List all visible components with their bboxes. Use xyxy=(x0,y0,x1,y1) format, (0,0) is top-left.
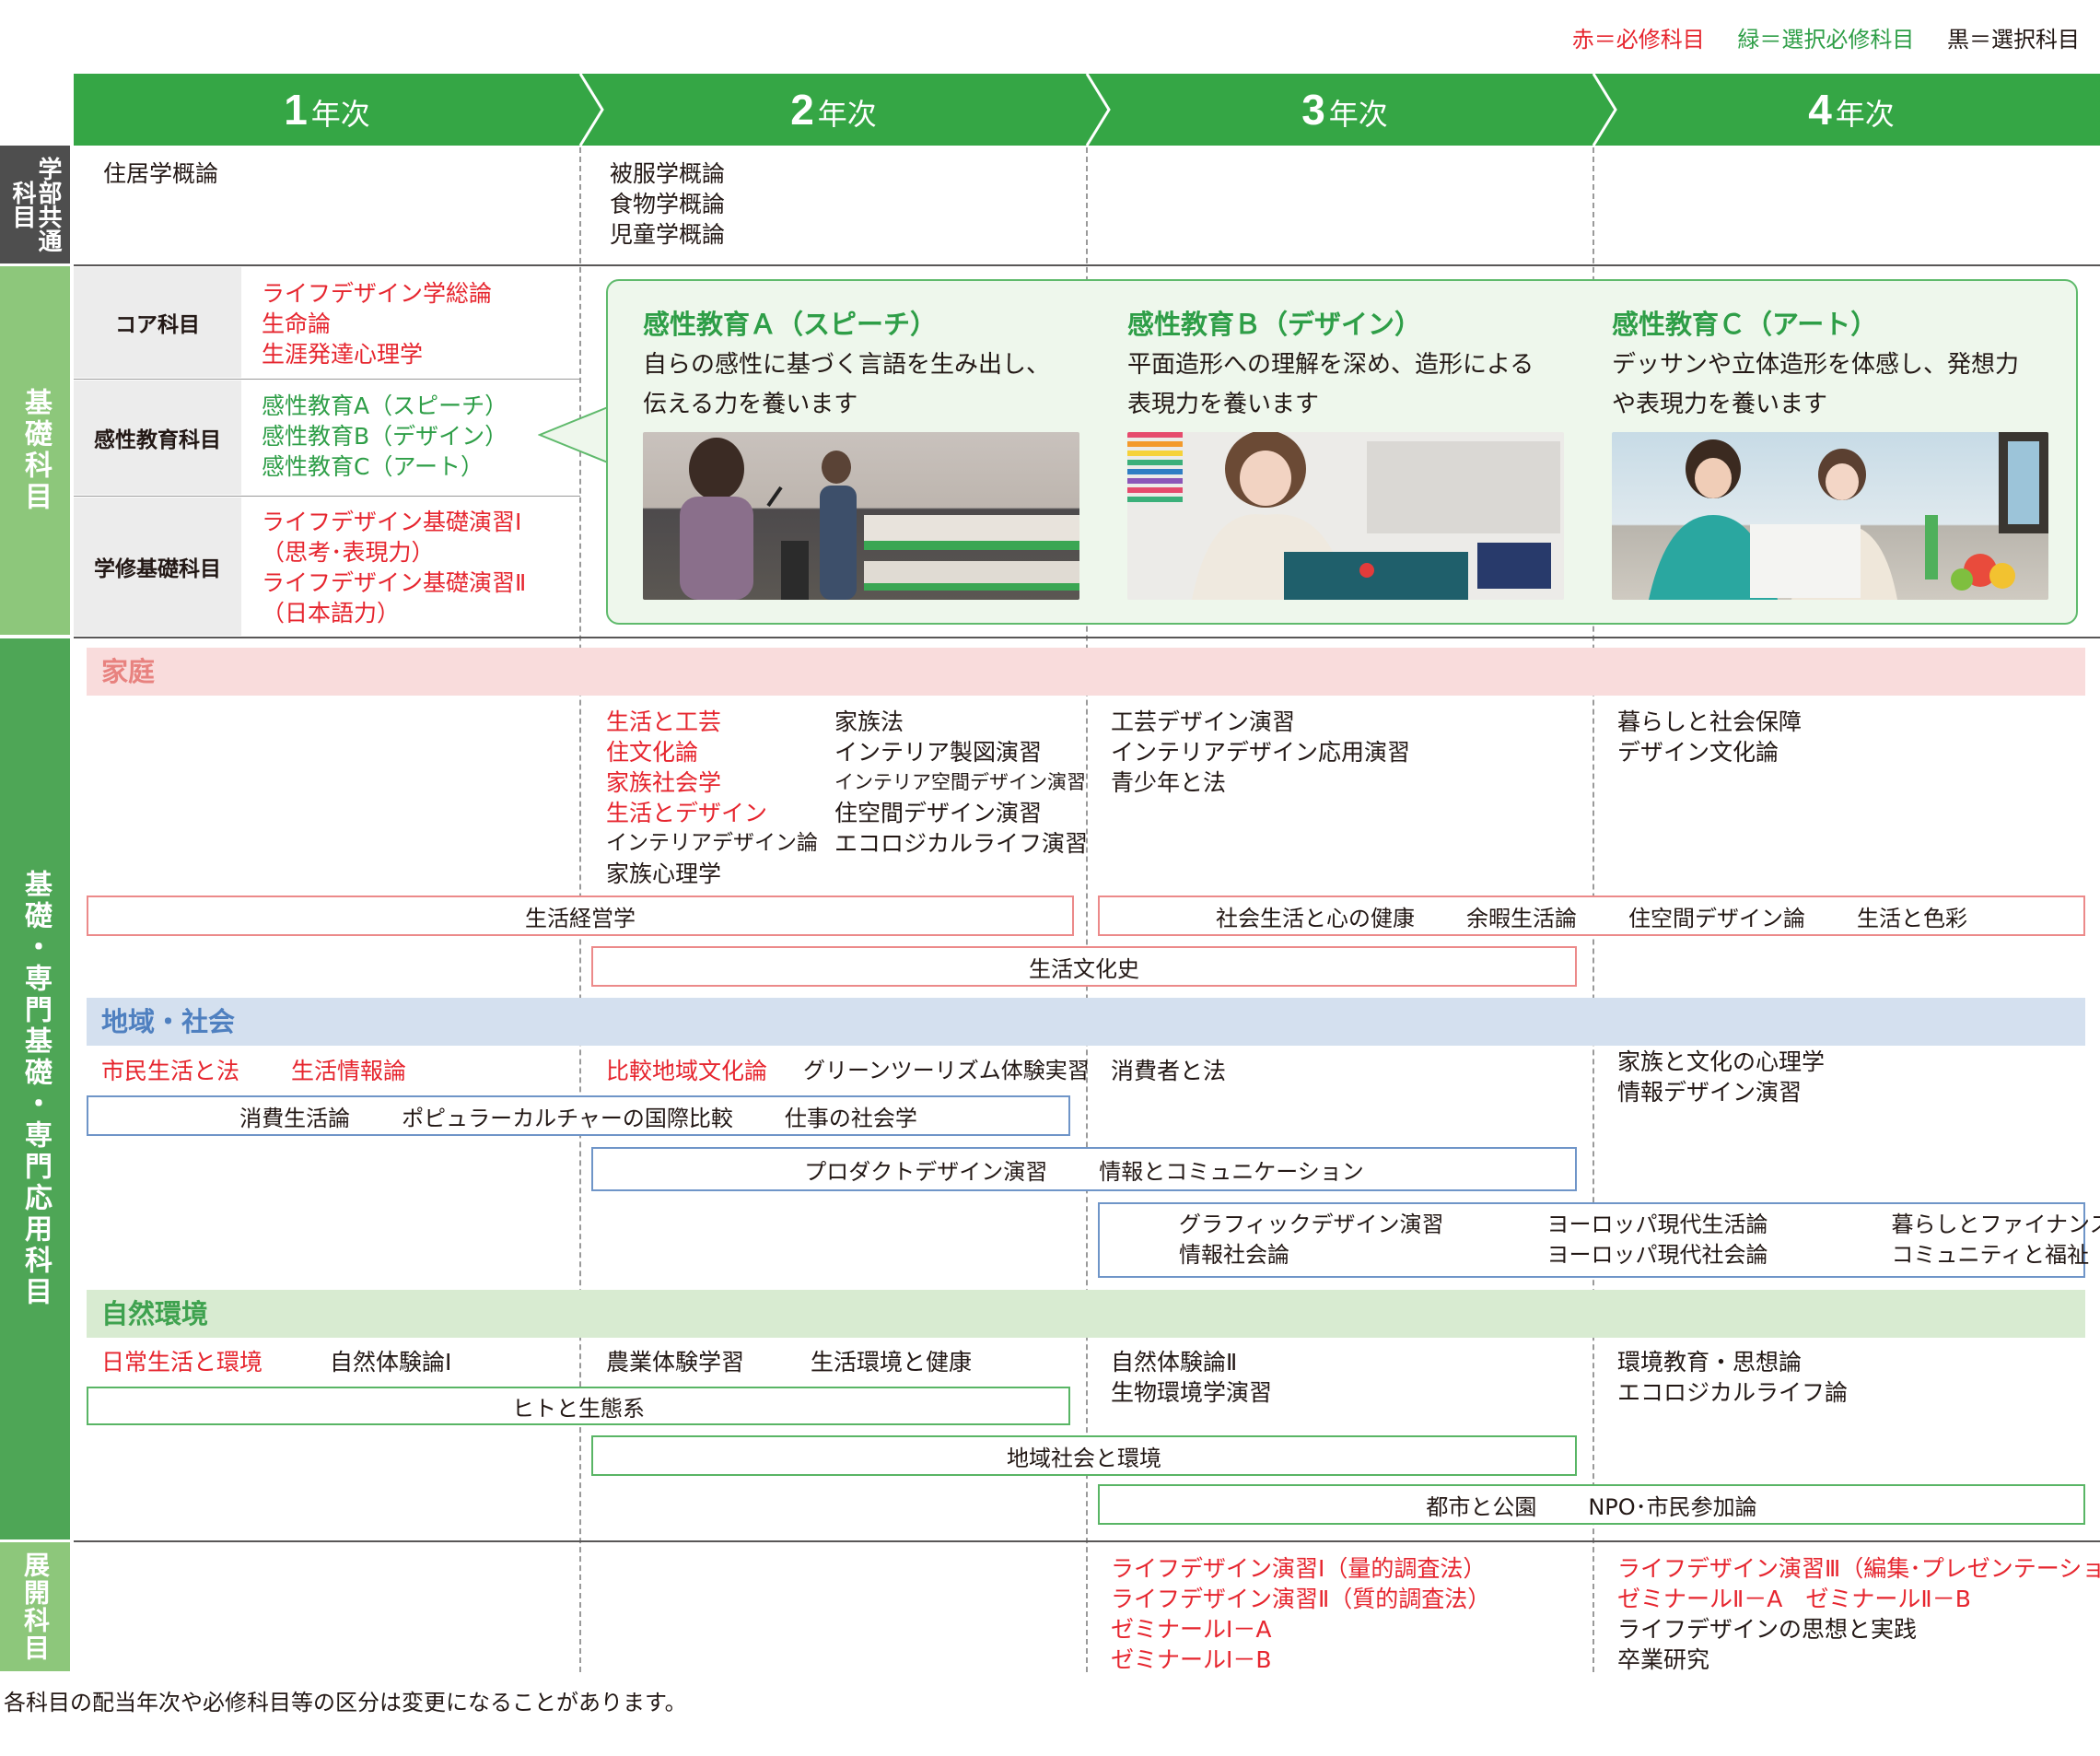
chiiki-box-y34: グラフィックデザイン演習 情報社会論 ヨーロッパ現代生活論 ヨーロッパ現代社会論… xyxy=(1098,1202,2100,1278)
label-tenkai: 展開科目 xyxy=(0,1542,70,1671)
kansei-b-title: 感性教育Ｂ（デザイン） xyxy=(1127,309,1422,340)
shizen-y4: 環境教育・思想論 エコロジカルライフ論 xyxy=(1617,1349,1849,1406)
legend: 赤＝必修科目 緑＝選択必修科目 黒＝選択科目 xyxy=(1546,24,2080,55)
kansei-b-desc: 平面造形への理解を深め、造形による 表現力を養います xyxy=(1127,351,1534,418)
faculty-y2: 被服学概論 食物学概論 児童学概論 xyxy=(610,160,726,248)
label-senmon: 基礎・専門基礎・専門応用科目 xyxy=(0,638,70,1539)
katei-y2-col2: 家族法 インテリア製図演習 インテリア空間デザイン演習 住空間デザイン演習 エコ… xyxy=(834,708,1089,857)
section-shizen: 自然環境 xyxy=(87,1290,2085,1338)
section-katei: 家庭 xyxy=(87,648,2085,696)
shizen-y1-red: 日常生活と環境 xyxy=(101,1349,263,1376)
year-4: 4 年次 xyxy=(1808,86,1895,134)
shizen-box-y34: 都市と公園 NPO･市民参加論 xyxy=(1098,1484,2085,1525)
chiiki-box-y34-col2: ヨーロッパ現代生活論 ヨーロッパ現代社会論 xyxy=(1546,1212,1768,1268)
gakushu-label: 学修基礎科目 xyxy=(74,498,241,636)
footnote: 各科目の配当年次や必修科目等の区分は変更になることがあります。 xyxy=(4,1690,687,1715)
kansei-items: 感性教育A（スピーチ） 感性教育B（デザイン） 感性教育C（アート） xyxy=(262,392,508,480)
kansei-callout: 感性教育Ａ（スピーチ） 自らの感性に基づく言語を生み出し、 伝える力を養います … xyxy=(606,279,2078,625)
katei-y2-col1: 生活と工芸 住文化論 家族社会学 生活とデザイン インテリアデザイン論 家族心理… xyxy=(606,708,818,887)
tenkai-y3: ライフデザイン演習Ⅰ（量的調査法） ライフデザイン演習Ⅱ（質的調査法） ゼミナー… xyxy=(1111,1555,1491,1673)
chiiki-y1-red-2: 生活情報論 xyxy=(291,1058,407,1084)
callout-pointer xyxy=(538,405,612,464)
chiiki-box-y12: 消費生活論 ポピュラーカルチャーの国際比較 仕事の社会学 xyxy=(87,1095,1070,1136)
shizen-box-y12: ヒトと生態系 xyxy=(87,1387,1070,1425)
shizen-box-y23: 地域社会と環境 xyxy=(591,1435,1577,1476)
gakushu-items: ライフデザイン基礎演習Ⅰ （思考･表現力） ライフデザイン基礎演習Ⅱ （日本語力… xyxy=(262,509,527,626)
year-3: 3 年次 xyxy=(1301,86,1388,134)
katei-box-y34: 社会生活と心の健康 余暇生活論 住空間デザイン論 生活と色彩 xyxy=(1098,896,2085,936)
speech-class-photo xyxy=(643,432,1079,600)
chiiki-box-y34-col1: グラフィックデザイン演習 情報社会論 xyxy=(1179,1212,1444,1268)
chiiki-y1-red-1: 市民生活と法 xyxy=(101,1058,240,1084)
section-chiiki: 地域・社会 xyxy=(87,998,2085,1046)
legend-required: 赤＝必修科目 xyxy=(1571,27,1705,53)
chiiki-y4: 家族と文化の心理学 情報デザイン演習 xyxy=(1617,1048,1826,1106)
shizen-y2-1: 農業体験学習 xyxy=(606,1349,745,1376)
shizen-y3: 自然体験論Ⅱ 生物環境学演習 xyxy=(1111,1349,1273,1406)
row-separator xyxy=(74,496,580,497)
row-separator xyxy=(74,264,2100,266)
kansei-label: 感性教育科目 xyxy=(74,380,241,495)
year-1: 1 年次 xyxy=(284,86,370,134)
core-label: コア科目 xyxy=(74,267,241,378)
speech-photo-icon xyxy=(680,438,1079,600)
row-separator xyxy=(74,379,580,380)
year-2: 2 年次 xyxy=(790,86,877,134)
kansei-a-title: 感性教育Ａ（スピーチ） xyxy=(643,309,938,340)
row-separator xyxy=(74,637,2100,638)
tenkai-y4: ライフデザイン演習Ⅲ（編集･プレゼンテーション） ゼミナールⅡ－A ゼミナールⅡ… xyxy=(1617,1555,2100,1673)
legend-elective: 黒＝選択科目 xyxy=(1947,27,2080,53)
chiiki-y3: 消費者と法 xyxy=(1111,1058,1227,1084)
design-photo-icon xyxy=(1127,432,1560,600)
art-photo-icon xyxy=(1649,432,2048,600)
art-class-photo xyxy=(1612,432,2048,600)
legend-elective-required: 緑＝選択必修科目 xyxy=(1737,27,1915,53)
label-faculty-common: 学部共通科目 xyxy=(0,146,70,263)
katei-box-y23: 生活文化史 xyxy=(591,946,1577,987)
chiiki-box-y34-col3: 暮らしとファイナンス コミュニティと福祉 xyxy=(1891,1212,2100,1268)
kansei-c-title: 感性教育Ｃ（アート） xyxy=(1612,309,1878,340)
chiiki-y2-black: グリーンツーリズム体験実習 xyxy=(803,1058,1090,1083)
faculty-y1: 住居学概論 xyxy=(103,160,219,187)
katei-y3: 工芸デザイン演習 インテリアデザイン応用演習 青少年と法 xyxy=(1111,708,1411,796)
katei-box-y12: 生活経営学 xyxy=(87,896,1074,936)
row-separator xyxy=(74,1540,2100,1542)
katei-y4: 暮らしと社会保障 デザイン文化論 xyxy=(1617,708,1802,766)
label-kiso: 基礎科目 xyxy=(0,266,70,635)
chiiki-box-y23: プロダクトデザイン演習 情報とコミュニケーション xyxy=(591,1147,1577,1191)
kansei-c-desc: デッサンや立体造形を体感し、発想力 や表現力を養います xyxy=(1612,351,2020,418)
core-items: ライフデザイン学総論 生命論 生涯発達心理学 xyxy=(262,280,493,368)
kansei-a-desc: 自らの感性に基づく言語を生み出し、 伝える力を養います xyxy=(643,351,1051,418)
shizen-y1-black: 自然体験論Ⅰ xyxy=(330,1349,452,1376)
shizen-y2-2: 生活環境と健康 xyxy=(811,1349,973,1376)
year-header: 1 年次 2 年次 3 年次 4 年次 xyxy=(74,74,2100,146)
design-class-photo xyxy=(1127,432,1564,600)
chiiki-y2-red: 比較地域文化論 xyxy=(606,1058,768,1084)
